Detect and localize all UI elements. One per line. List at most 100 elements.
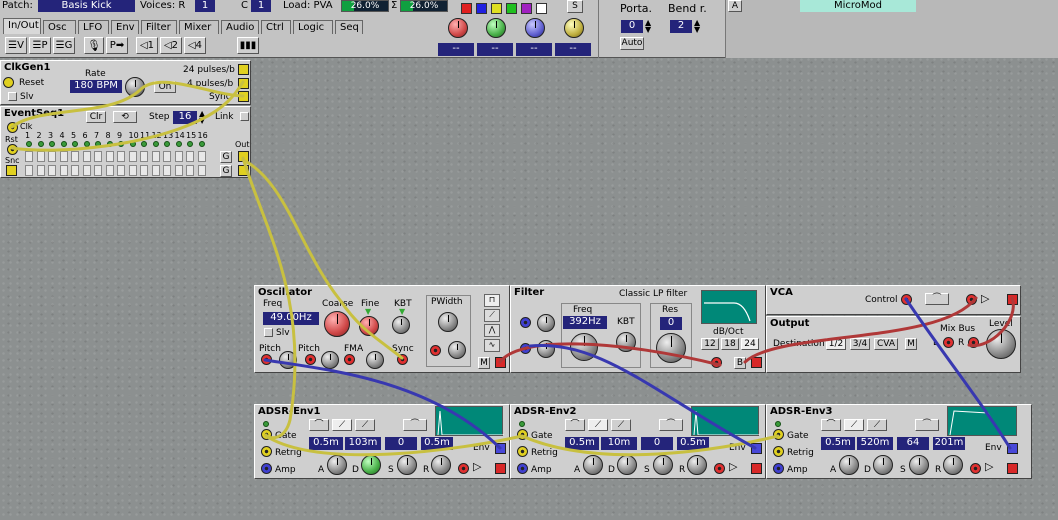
out-jack[interactable]	[238, 151, 249, 162]
env-amp-out-jack[interactable]	[1007, 463, 1018, 474]
on-button[interactable]: On	[154, 81, 176, 93]
env-curve-1-button[interactable]: ⌒	[821, 419, 841, 431]
res-knob[interactable]	[656, 333, 686, 363]
env-out-jack[interactable]	[495, 443, 506, 454]
env-curve-1-button[interactable]: ⌒	[565, 419, 585, 431]
filter-out-jack[interactable]	[751, 357, 762, 368]
env-mode-button[interactable]: ⏜	[403, 419, 427, 431]
release-value[interactable]: 201m	[933, 437, 965, 450]
env-curve-2-button[interactable]: ⟋	[844, 419, 864, 431]
play-arrow-button[interactable]: P➡	[106, 37, 128, 54]
dest-34-button[interactable]: 3/4	[850, 338, 870, 350]
microphone-icon[interactable]: 🎙	[84, 37, 104, 54]
morph-knob-yellow[interactable]	[564, 18, 584, 38]
micromod-label[interactable]: MicroMod	[800, 0, 916, 12]
fma-jack[interactable]	[344, 354, 355, 365]
tab-seq[interactable]: Seq	[335, 20, 363, 34]
output-module[interactable]: Output Destination 1/2 3/4 CVA M Mix Bus…	[766, 316, 1021, 373]
bend-value[interactable]: 2	[670, 20, 692, 33]
sustain-knob[interactable]	[909, 455, 929, 475]
step-button[interactable]	[71, 151, 79, 162]
coarse-knob[interactable]	[324, 311, 350, 337]
sustain-value[interactable]: 64	[897, 437, 929, 450]
filter-mod1-jack[interactable]	[520, 317, 531, 328]
color-swatch[interactable]	[536, 3, 547, 14]
morph-dash-1[interactable]: --	[438, 43, 474, 56]
step-button[interactable]	[128, 151, 137, 162]
release-value[interactable]: 0.5m	[677, 437, 709, 450]
rotate-button[interactable]: ⟲	[113, 111, 137, 123]
filter-mod1-knob[interactable]	[537, 314, 555, 332]
tab-ctrl[interactable]: Ctrl	[261, 20, 291, 34]
env-curve-3-button[interactable]: ⟋	[355, 419, 375, 431]
env-mode-button[interactable]: ⏜	[915, 419, 939, 431]
morph-knob-red[interactable]	[448, 18, 468, 38]
env-curve-1-button[interactable]: ⌒	[309, 419, 329, 431]
filter-module[interactable]: Filter Classic LP filter Freq 392Hz KBT …	[510, 285, 766, 373]
decay-value[interactable]: 103m	[345, 437, 381, 450]
sustain-value[interactable]: 0	[385, 437, 417, 450]
sustain-knob[interactable]	[397, 455, 417, 475]
decay-value[interactable]: 10m	[601, 437, 637, 450]
eventseq-module[interactable]: EventSeq1 Clr ⟲ Step 16 ▲ ▼ Link Clk Rst …	[0, 106, 251, 178]
out-4-jack[interactable]	[238, 78, 249, 89]
filter-kbt-knob[interactable]	[616, 332, 636, 352]
control-jack[interactable]	[901, 294, 912, 305]
color-swatch[interactable]	[506, 3, 517, 14]
color-swatch[interactable]	[461, 3, 472, 14]
attack-knob[interactable]	[839, 455, 859, 475]
step-button[interactable]	[94, 165, 102, 176]
env-mode-button[interactable]: ⏜	[659, 419, 683, 431]
step-button[interactable]	[163, 165, 171, 176]
step-button[interactable]	[48, 151, 56, 162]
vca-module[interactable]: VCA Control ⏜ ▷	[766, 285, 1021, 315]
env-out-jack[interactable]	[751, 443, 762, 454]
tab-mixer[interactable]: Mixer	[179, 20, 219, 34]
release-knob[interactable]	[687, 455, 707, 475]
env-curve-2-button[interactable]: ⟋	[332, 419, 352, 431]
retrig-jack[interactable]	[773, 446, 784, 457]
osc-freq-value[interactable]: 49.00Hz	[263, 312, 319, 325]
v-button[interactable]: ☰V	[5, 37, 27, 54]
step-button[interactable]	[105, 151, 114, 162]
g2-jack[interactable]	[238, 165, 249, 176]
filter-freq-knob[interactable]	[570, 333, 598, 361]
slv-checkbox[interactable]	[264, 328, 273, 337]
step-button[interactable]	[117, 165, 125, 176]
clkgen-module[interactable]: ClkGen1 Rate 180 BPM On Reset Slv 24 pul…	[0, 60, 251, 105]
porta-auto-button[interactable]: Auto	[620, 37, 644, 50]
filter-mod2-knob[interactable]	[537, 340, 555, 358]
attack-knob[interactable]	[583, 455, 603, 475]
env-in-jack[interactable]	[714, 463, 725, 474]
decay-value[interactable]: 520m	[857, 437, 893, 450]
step-button[interactable]	[82, 165, 91, 176]
out-24-jack[interactable]	[238, 64, 249, 75]
step-button[interactable]	[128, 165, 137, 176]
pwidth-mod-jack[interactable]	[430, 345, 441, 356]
step-button[interactable]	[71, 165, 79, 176]
attack-value[interactable]: 0.5m	[309, 437, 343, 450]
sync-jack[interactable]	[397, 354, 408, 365]
release-knob[interactable]	[431, 455, 451, 475]
voices-r-field[interactable]: 1	[195, 0, 215, 12]
morph-knob-green[interactable]	[486, 18, 506, 38]
amp-jack[interactable]	[261, 463, 272, 474]
decay-knob[interactable]	[617, 455, 637, 475]
decay-knob[interactable]	[873, 455, 893, 475]
env-curve-3-button[interactable]: ⟋	[611, 419, 631, 431]
vca-mode-button[interactable]: ⏜	[925, 293, 949, 305]
wave-tri-button[interactable]: ⋀	[484, 324, 500, 337]
step-button[interactable]	[59, 151, 68, 162]
porta-value[interactable]: 0	[621, 20, 643, 33]
filter-in-jack[interactable]	[711, 357, 722, 368]
morph-knob-blue[interactable]	[525, 18, 545, 38]
step-button[interactable]	[36, 165, 45, 176]
keyboard-icon[interactable]: ▮▮▮	[237, 37, 259, 54]
pwidth-knob[interactable]	[438, 312, 458, 332]
slope-24-button[interactable]: 24	[741, 338, 759, 350]
step-button[interactable]	[140, 165, 148, 176]
amp-jack[interactable]	[517, 463, 528, 474]
mute-button[interactable]: M	[478, 357, 490, 369]
step-spinner-icon[interactable]: ▲ ▼	[199, 110, 205, 125]
sustain-knob[interactable]	[653, 455, 673, 475]
